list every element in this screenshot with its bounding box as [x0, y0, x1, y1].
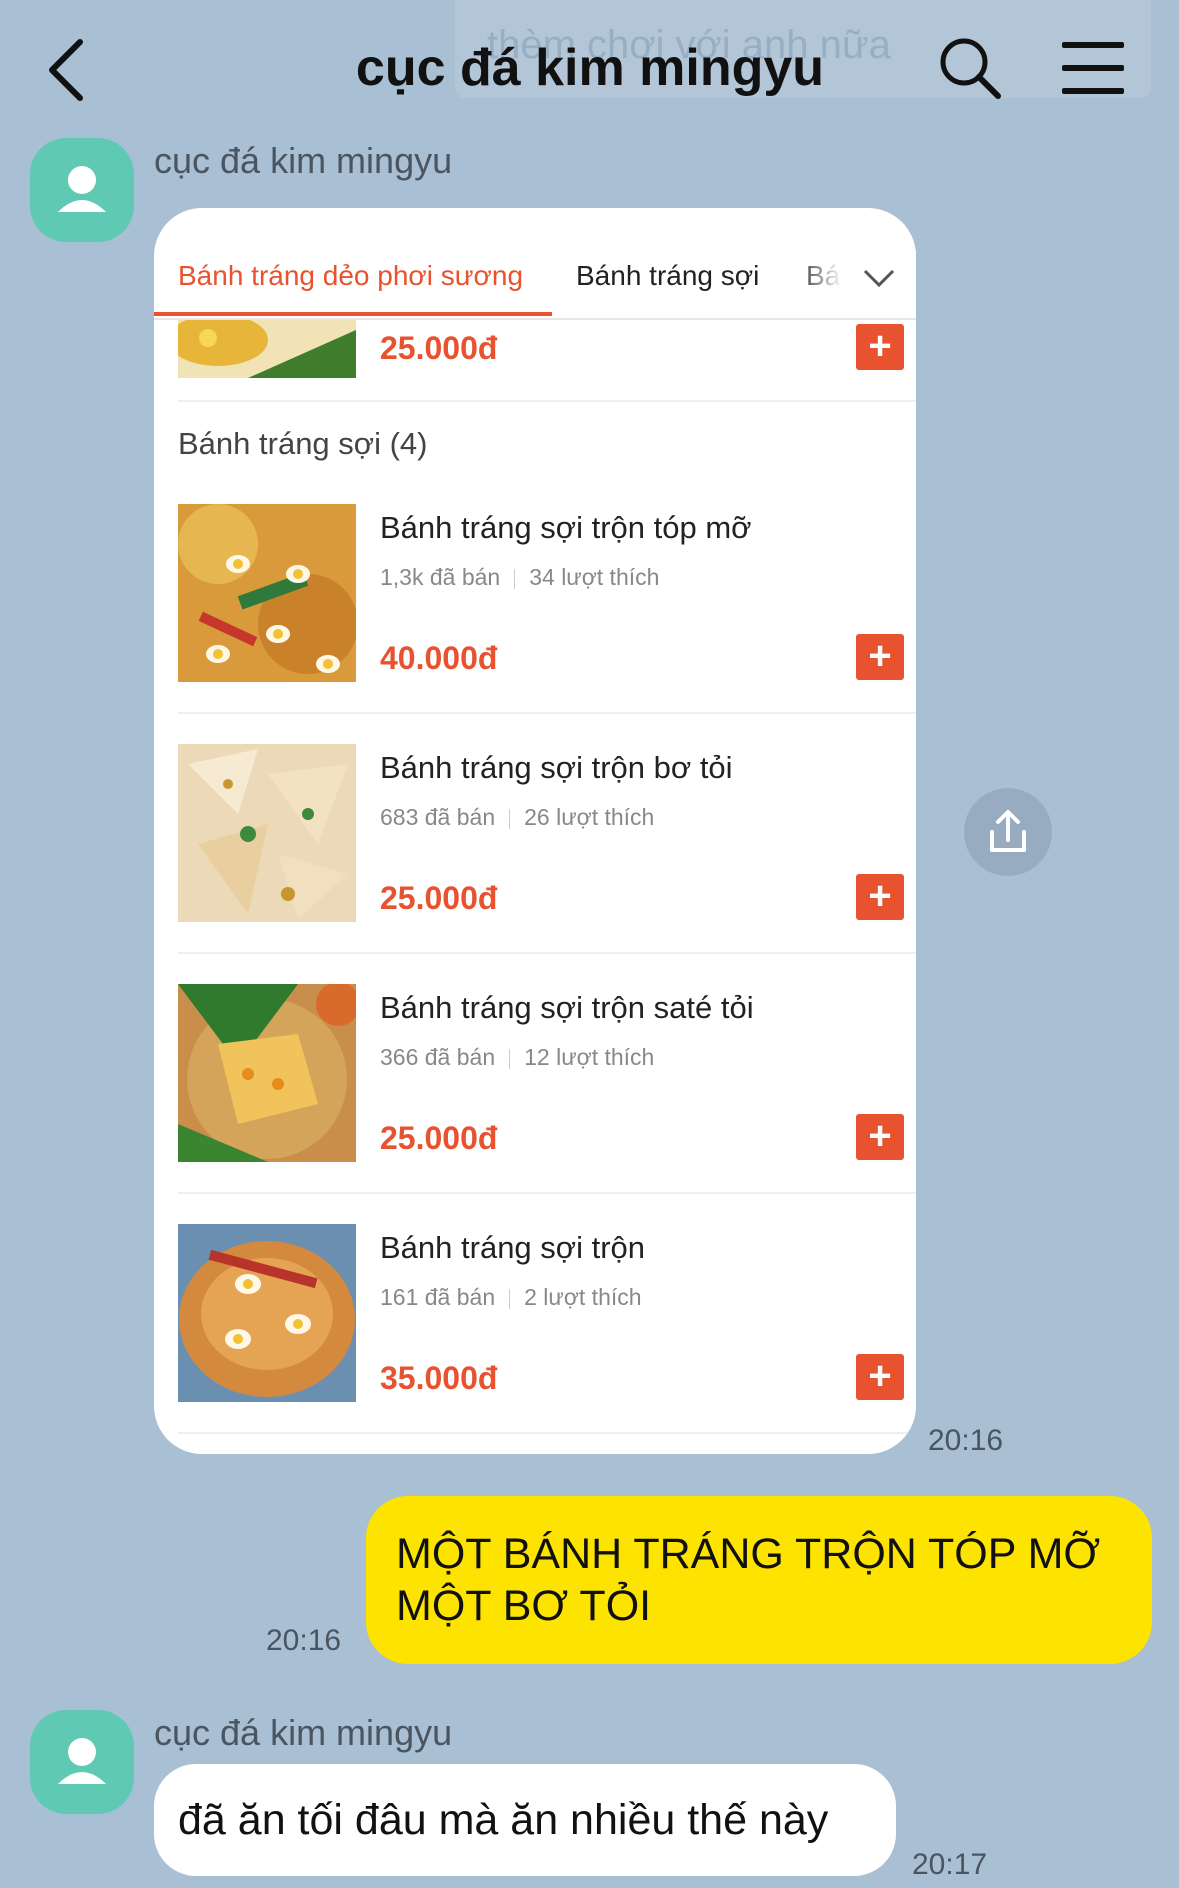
tab-banh-trang-soi[interactable]: Bánh tráng sợi: [576, 260, 759, 292]
item-price: 25.000đ: [380, 880, 498, 916]
shared-menu-card[interactable]: Bánh tráng dẻo phơi sương Bánh tráng sợi…: [154, 208, 916, 1454]
chat-header: cục đá kim mingyu: [0, 0, 1179, 140]
divider: [178, 952, 916, 954]
item-stats: 1,3k đã bán 34 lượt thích: [380, 564, 659, 591]
menu-icon: [1062, 42, 1124, 94]
item-likes: 26 lượt thích: [524, 804, 655, 830]
item-name: Bánh tráng sợi trộn saté tỏi: [380, 990, 754, 1025]
tab-banh-trang-deo-phoi-suong[interactable]: Bánh tráng dẻo phơi sương: [178, 260, 523, 292]
item-price: 25.000đ: [380, 330, 498, 366]
tabs-expand-button[interactable]: [862, 262, 896, 292]
item-price: 40.000đ: [380, 640, 498, 676]
sender-name: cục đá kim mingyu: [154, 140, 453, 181]
sender-name: cục đá kim mingyu: [154, 1712, 453, 1753]
item-sold: 366 đã bán: [380, 1044, 496, 1070]
food-image[interactable]: [178, 984, 356, 1162]
category-tabs: Bánh tráng dẻo phơi sương Bánh tráng sợi…: [154, 208, 916, 320]
meta-separator: [509, 1048, 511, 1069]
sender-avatar[interactable]: [30, 138, 134, 242]
divider: [178, 1192, 916, 1194]
message-line: MỘT BƠ TỎI: [396, 1582, 652, 1630]
divider: [178, 712, 916, 714]
menu-button[interactable]: [1056, 38, 1130, 98]
item-likes: 34 lượt thích: [529, 564, 660, 590]
message-line: MỘT BÁNH TRÁNG TRỘN TÓP MỠ: [396, 1530, 1101, 1578]
share-button[interactable]: [964, 788, 1052, 876]
tab-fade: [794, 248, 916, 308]
food-image[interactable]: [178, 504, 356, 682]
item-likes: 2 lượt thích: [524, 1284, 642, 1310]
item-stats: 683 đã bán 26 lượt thích: [380, 804, 654, 831]
message-text: MỘT BÁNH TRÁNG TRỘN TÓP MỠ MỘT BƠ TỎI: [396, 1528, 1136, 1632]
message-time: 20:16: [266, 1624, 342, 1657]
my-message-bubble[interactable]: MỘT BÁNH TRÁNG TRỘN TÓP MỠ MỘT BƠ TỎI: [366, 1496, 1152, 1664]
search-icon: [940, 38, 1001, 99]
active-tab-indicator: [154, 312, 552, 316]
item-sold: 161 đã bán: [380, 1284, 496, 1310]
message-time: 20:16: [928, 1424, 1004, 1457]
food-image[interactable]: [178, 744, 356, 922]
search-button[interactable]: [936, 34, 1004, 102]
add-to-cart-button[interactable]: +: [856, 634, 904, 680]
add-to-cart-button[interactable]: +: [856, 1114, 904, 1160]
person-icon: [58, 166, 106, 212]
incoming-message-bubble[interactable]: đã ăn tối đâu mà ăn nhiều thế này: [154, 1764, 896, 1876]
add-to-cart-button[interactable]: +: [856, 324, 904, 370]
meta-separator: [514, 568, 516, 589]
item-name: Bánh tráng sợi trộn bơ tỏi: [380, 750, 733, 785]
sender-avatar[interactable]: [30, 1710, 134, 1814]
chevron-down-icon: [863, 269, 895, 288]
item-sold: 683 đã bán: [380, 804, 496, 830]
item-stats: 366 đã bán 12 lượt thích: [380, 1044, 654, 1071]
item-stats: 161 đã bán 2 lượt thích: [380, 1284, 642, 1311]
add-to-cart-button[interactable]: +: [856, 874, 904, 920]
back-arrow-icon: [49, 39, 83, 101]
item-name: Bánh tráng sợi trộn tóp mỡ: [380, 510, 752, 545]
divider: [178, 400, 916, 402]
food-image: [178, 320, 356, 378]
item-likes: 12 lượt thích: [524, 1044, 655, 1070]
chat-title: cục đá kim mingyu: [355, 39, 825, 97]
item-price: 25.000đ: [380, 1120, 498, 1156]
section-title: Bánh tráng sợi (4): [178, 426, 428, 461]
item-price: 35.000đ: [380, 1360, 498, 1396]
back-button[interactable]: [40, 34, 100, 104]
item-sold: 1,3k đã bán: [380, 564, 501, 590]
message-time: 20:17: [912, 1848, 988, 1881]
divider: [178, 1432, 916, 1434]
meta-separator: [509, 1288, 511, 1309]
food-image[interactable]: [178, 1224, 356, 1402]
add-to-cart-button[interactable]: +: [856, 1354, 904, 1400]
person-icon: [58, 1738, 106, 1784]
message-text: đã ăn tối đâu mà ăn nhiều thế này: [178, 1796, 829, 1844]
meta-separator: [509, 808, 511, 829]
share-icon: [990, 810, 1026, 852]
item-name: Bánh tráng sợi trộn: [380, 1230, 646, 1265]
